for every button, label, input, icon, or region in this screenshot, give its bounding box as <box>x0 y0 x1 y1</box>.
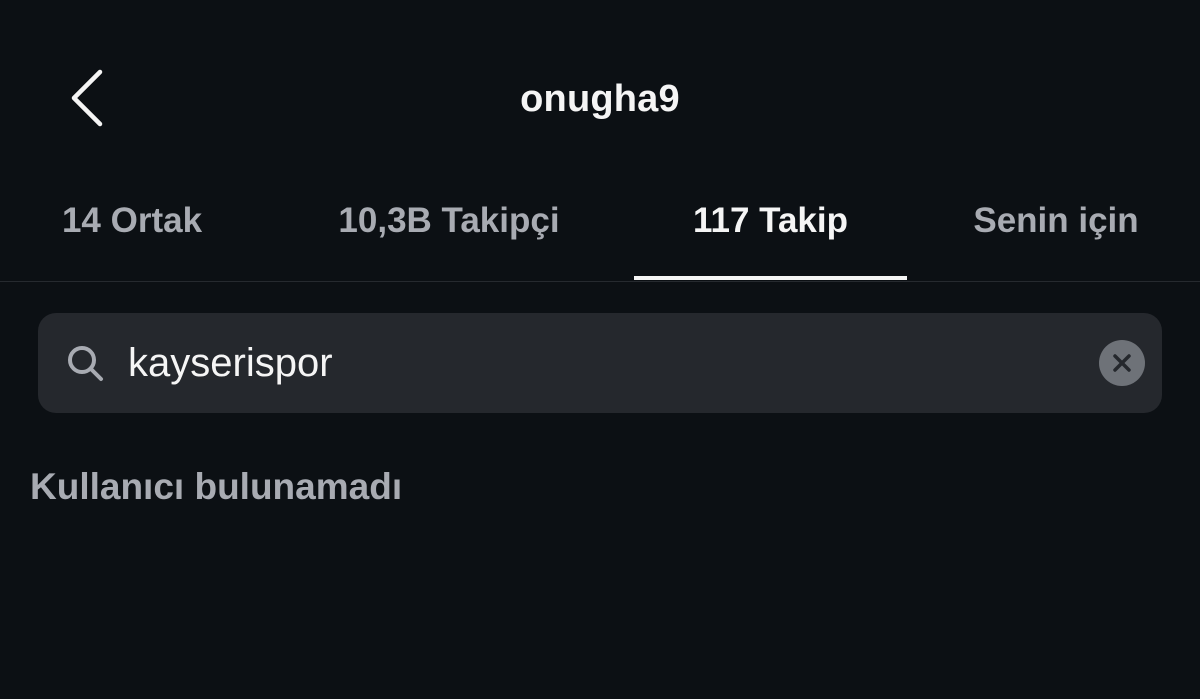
tab-following[interactable]: 117 Takip <box>634 190 907 280</box>
page-title: onugha9 <box>520 78 680 120</box>
top-bar: onugha9 <box>0 0 1200 190</box>
search-input[interactable] <box>128 328 1028 398</box>
active-tab-indicator <box>634 276 907 280</box>
clear-icon <box>1113 354 1131 372</box>
tab-bar: 14 Ortak 10,3B Takipçi 117 Takip Senin i… <box>0 190 1200 282</box>
search-icon <box>68 346 103 381</box>
tab-followers[interactable]: 10,3B Takipçi <box>316 190 582 280</box>
no-results-message: Kullanıcı bulunamadı <box>30 466 403 507</box>
following-screen: onugha9 14 Ortak 10,3B Takipçi 117 Takip… <box>0 0 1200 699</box>
tab-mutual[interactable]: 14 Ortak <box>0 190 264 280</box>
clear-search-button[interactable] <box>1099 340 1145 386</box>
tab-for-you[interactable]: Senin için <box>940 190 1172 280</box>
